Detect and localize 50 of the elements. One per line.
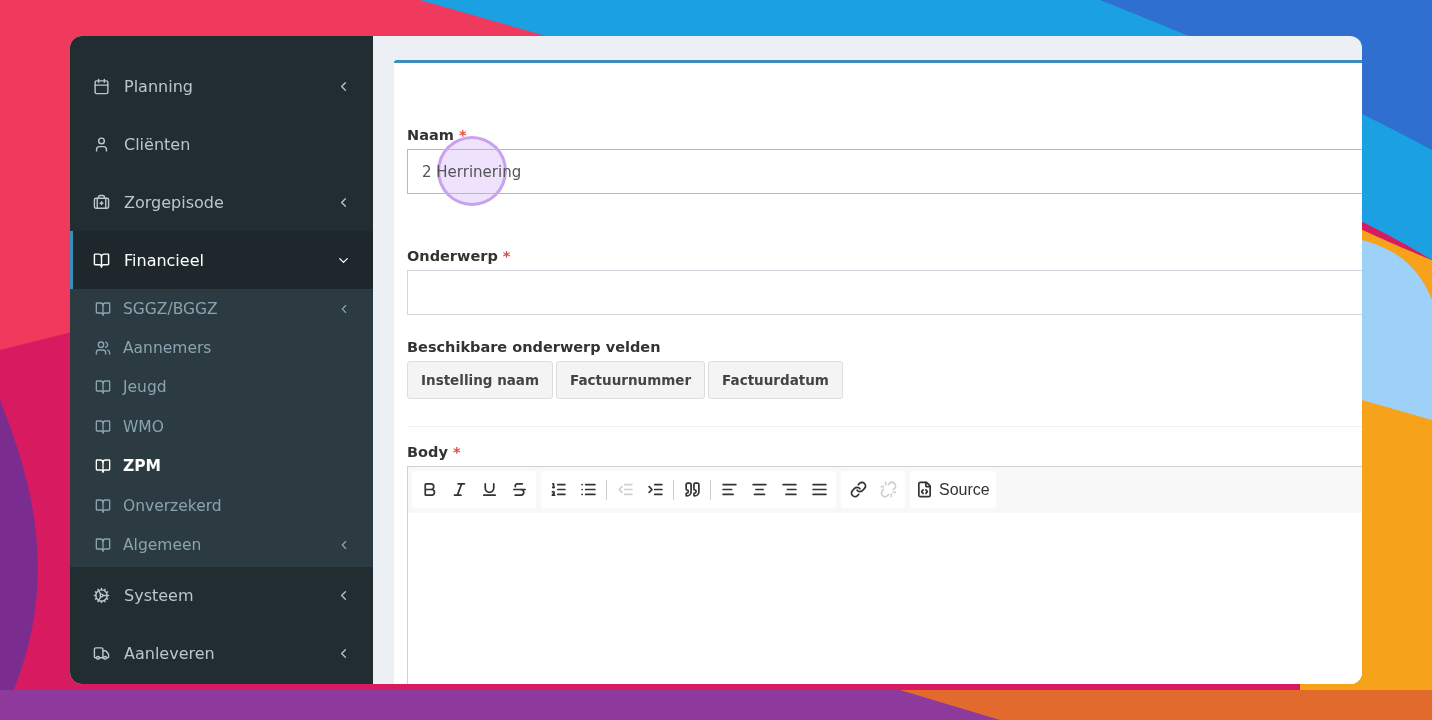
indent-icon: [646, 481, 664, 498]
field-label: Onderwerp *: [407, 248, 512, 264]
input-field[interactable]: 2 Herrinering: [407, 149, 1362, 194]
users-icon: [95, 340, 111, 357]
book-icon: [95, 497, 111, 514]
align-left-icon: [720, 481, 738, 498]
submenu-item[interactable]: SGGZ/BGGZ: [70, 289, 373, 329]
source-button[interactable]: Source: [913, 474, 993, 505]
book-icon: [95, 379, 111, 396]
outdent-icon: [616, 481, 634, 498]
cogs-icon: [93, 587, 110, 605]
sidebar-item[interactable]: Financieel: [70, 231, 373, 289]
field-label: Body *: [407, 444, 462, 460]
book-icon: [95, 300, 111, 317]
submenu-item[interactable]: Jeugd: [70, 367, 373, 408]
submenu-item[interactable]: Algemeen: [70, 525, 373, 565]
truck-icon: [93, 645, 110, 663]
submenu-item[interactable]: WMO: [70, 407, 373, 447]
align-justify-icon: [810, 481, 828, 498]
sidebar-item[interactable]: Zorgepisode: [70, 173, 373, 231]
book-icon: [95, 458, 111, 475]
submenu-item[interactable]: Onverzekerd: [70, 485, 373, 526]
link-icon: [849, 481, 867, 498]
submenu-item[interactable]: ZPM: [70, 446, 373, 486]
field-label: Beschikbare onderwerp velden: [407, 339, 662, 355]
bullet-list-icon: [579, 481, 597, 498]
sidebar-item[interactable]: Aanleveren: [70, 624, 373, 683]
field-button[interactable]: Instelling naam: [407, 361, 554, 399]
calendar-icon: [93, 77, 110, 95]
medkit-icon: [93, 193, 110, 211]
strike-icon: [510, 481, 528, 498]
align-center-icon: [750, 481, 768, 498]
sidebar-item[interactable]: Cliënten: [70, 115, 373, 173]
input-field[interactable]: [407, 270, 1362, 315]
align-right-icon: [780, 481, 798, 498]
sidebar-item[interactable]: Systeem: [70, 566, 373, 625]
quote-icon: [683, 481, 701, 498]
underline-icon: [480, 481, 498, 498]
book-icon: [95, 537, 111, 554]
field-label: Naam *: [407, 127, 468, 143]
user-icon: [93, 135, 110, 153]
field-button[interactable]: Factuurdatum: [708, 361, 843, 399]
field-button[interactable]: Factuurnummer: [556, 361, 706, 399]
sidebar-item[interactable]: Planning: [70, 57, 373, 115]
unlink-icon: [879, 481, 897, 498]
book-icon: [93, 251, 110, 269]
submenu-item[interactable]: Aannemers: [70, 328, 373, 368]
ordered-list-icon: [549, 481, 567, 498]
book-icon: [95, 418, 111, 435]
source-icon: [916, 481, 933, 498]
